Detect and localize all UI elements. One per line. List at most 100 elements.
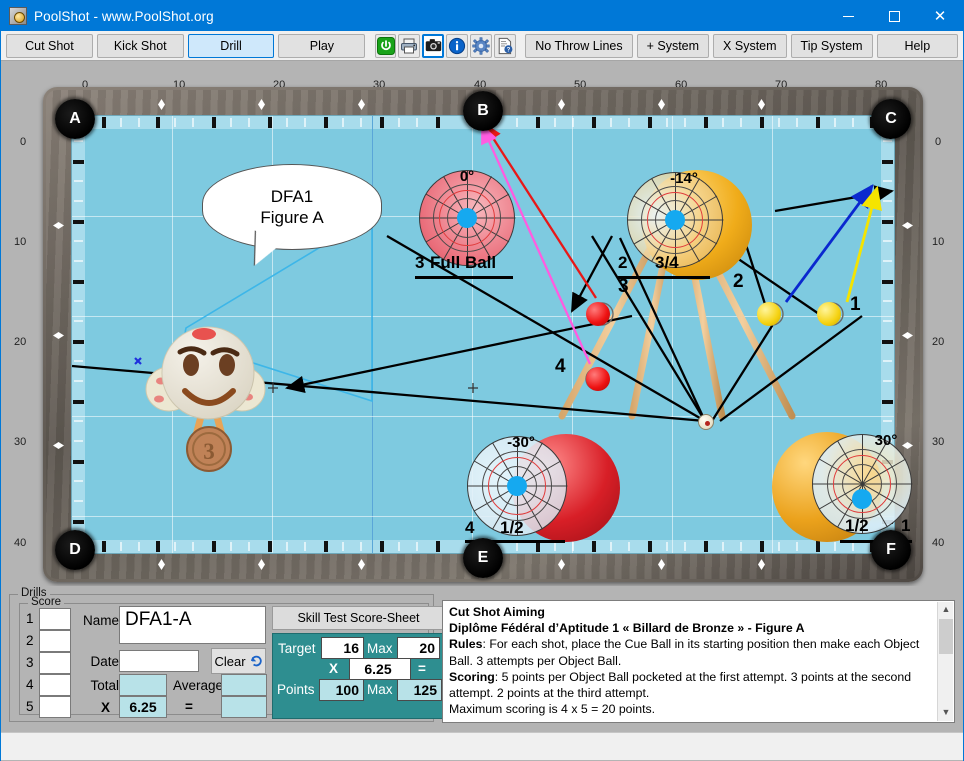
- aim-target-1-fraction: 1/2: [845, 516, 869, 535]
- aim-target-2-angle: -14°: [670, 170, 698, 187]
- button-x-system[interactable]: X System: [713, 33, 787, 58]
- button-help[interactable]: Help: [876, 33, 958, 58]
- description-scoring: Scoring: 5 points per Object Ball pocket…: [449, 669, 932, 701]
- factor-equals-label: =: [418, 661, 426, 676]
- target-label: Target: [278, 641, 316, 656]
- rail-diamond-left-1: [53, 222, 64, 229]
- aim-target-4-angle: -30°: [507, 434, 535, 451]
- rail-diamond-left-3: [53, 442, 64, 449]
- aim-target-2-underline: [618, 276, 710, 279]
- target-max-value[interactable]: 20: [397, 637, 440, 659]
- score-row-5-input[interactable]: [39, 696, 71, 718]
- table-bed[interactable]: 0° 3 Full Ball -14° 2 3/4 -30° 4 1/2 30°…: [71, 115, 913, 554]
- scroll-up-icon[interactable]: ▲: [938, 602, 954, 618]
- tab-play[interactable]: Play: [278, 33, 366, 58]
- minimize-button[interactable]: [825, 1, 871, 31]
- print-button[interactable]: [398, 33, 421, 58]
- button-no-throw-lines[interactable]: No Throw Lines: [525, 33, 633, 58]
- factor-value: 6.25: [349, 658, 411, 680]
- aim-target-4-fraction: 1/2: [500, 518, 524, 537]
- aim-target-3[interactable]: 0°: [419, 168, 516, 266]
- object-ball-4-label: 4: [555, 356, 566, 377]
- maximize-icon: [888, 10, 900, 22]
- score-row-1-number: 1: [26, 611, 34, 626]
- info-button[interactable]: [446, 33, 469, 58]
- total-value: [119, 674, 167, 696]
- rail-diamond-top-3: [358, 99, 365, 110]
- window-controls: ✕: [825, 1, 963, 31]
- right-ruler-40: 40: [932, 537, 945, 549]
- rail-diamond-top-4: [558, 99, 565, 110]
- aim-target-3-angle: 0°: [459, 168, 475, 185]
- tab-drill[interactable]: Drill: [187, 33, 275, 58]
- object-ball-2[interactable]: [757, 302, 781, 326]
- aim-target-2-fraction: 3/4: [655, 253, 679, 272]
- button-tip-system[interactable]: Tip System: [790, 33, 873, 58]
- date-input[interactable]: [119, 650, 199, 672]
- score-row-1-input[interactable]: [39, 608, 71, 630]
- object-ball-1[interactable]: [817, 302, 841, 326]
- rail-diamond-bottom-6: [758, 559, 765, 570]
- skill-test-score-sheet-button[interactable]: Skill Test Score-Sheet: [272, 606, 445, 630]
- pocket-A[interactable]: A: [55, 99, 95, 139]
- info-icon: [449, 37, 466, 54]
- description-scrollbar[interactable]: ▲ ▼: [937, 602, 953, 721]
- pocket-D[interactable]: D: [55, 530, 95, 570]
- description-rules: Rules: For each shot, place the Cue Ball…: [449, 636, 932, 668]
- scoring-label: Scoring: [449, 669, 495, 684]
- object-ball-3[interactable]: [586, 302, 610, 326]
- name-label: Name: [82, 613, 119, 628]
- minimize-icon: [842, 15, 854, 17]
- object-ball-4[interactable]: [586, 367, 610, 391]
- aim-target-3-underline: [415, 276, 513, 279]
- pocket-B[interactable]: B: [463, 91, 503, 131]
- window-title: PoolShot - www.PoolShot.org: [34, 8, 214, 24]
- multiplier-value: 6.25: [119, 696, 167, 718]
- pool-table-area[interactable]: 0 10 20 30 40 50 60 70 80 0 10 20 30 40 …: [1, 61, 963, 586]
- rules-text: : For each shot, place the Cue Ball in i…: [449, 637, 920, 668]
- rules-label: Rules: [449, 637, 483, 652]
- pool-table[interactable]: 0° 3 Full Ball -14° 2 3/4 -30° 4 1/2 30°…: [43, 87, 923, 582]
- description-max: Maximum scoring is 4 x 5 = 20 points.: [449, 702, 656, 717]
- tab-kick-shot[interactable]: Kick Shot: [96, 33, 184, 58]
- drill-description-panel[interactable]: Cut Shot Aiming Diplôme Fédéral d’Aptitu…: [442, 600, 955, 723]
- pocket-E[interactable]: E: [463, 538, 503, 578]
- name-input[interactable]: DFA1-A: [119, 606, 266, 644]
- button-plus-system[interactable]: + System: [636, 33, 710, 58]
- mascot-cue-ball: 3: [145, 281, 277, 472]
- rail-diamond-right-2: [902, 332, 913, 339]
- left-ruler-0: 0: [20, 136, 27, 148]
- score-row-3-number: 3: [26, 655, 34, 670]
- tab-cut-shot[interactable]: Cut Shot: [6, 33, 93, 58]
- speech-bubble-line1: DFA1: [270, 186, 314, 206]
- gear-icon: [472, 36, 490, 55]
- clear-button[interactable]: Clear: [211, 648, 266, 674]
- pocket-F[interactable]: F: [871, 530, 911, 570]
- points-max-value: 125: [397, 679, 442, 701]
- help-doc-icon: ?: [498, 37, 513, 54]
- scroll-down-icon[interactable]: ▼: [938, 705, 954, 721]
- date-label: Date: [90, 654, 119, 669]
- clear-label: Clear: [214, 653, 246, 669]
- right-ruler-0: 0: [935, 136, 942, 148]
- help-doc-button[interactable]: ?: [494, 33, 516, 58]
- object-ball-1-label: 1: [850, 294, 861, 315]
- target-value[interactable]: 16: [321, 637, 364, 659]
- power-button[interactable]: [374, 33, 397, 58]
- screenshot-button[interactable]: [422, 33, 445, 58]
- cue-ball[interactable]: [698, 414, 714, 430]
- scrollbar-thumb[interactable]: [939, 619, 953, 654]
- left-ruler-30: 30: [14, 436, 27, 448]
- pocket-C[interactable]: C: [871, 99, 911, 139]
- points-max-label: Max: [367, 682, 393, 697]
- settings-button[interactable]: [470, 33, 493, 58]
- close-icon: ✕: [933, 7, 947, 25]
- rail-diamond-left-2: [53, 332, 64, 339]
- maximize-button[interactable]: [871, 1, 917, 31]
- score-row-2-input[interactable]: [39, 630, 71, 652]
- close-button[interactable]: ✕: [917, 1, 963, 31]
- left-ruler-40: 40: [14, 537, 27, 549]
- object-ball-3-label: 3: [618, 276, 629, 297]
- rail-diamond-top-2: [258, 99, 265, 110]
- printer-icon: [401, 38, 418, 53]
